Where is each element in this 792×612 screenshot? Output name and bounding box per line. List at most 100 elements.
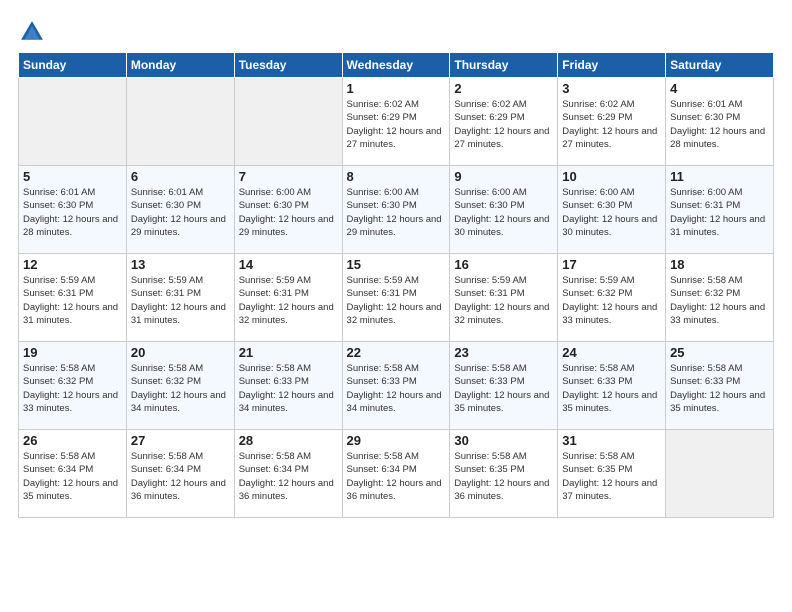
calendar-body: 1 Sunrise: 6:02 AMSunset: 6:29 PMDaylight… <box>19 78 774 518</box>
day-number: 15 <box>347 257 446 272</box>
day-info: Sunrise: 5:59 AMSunset: 6:31 PMDaylight:… <box>347 274 446 327</box>
day-info: Sunrise: 5:59 AMSunset: 6:31 PMDaylight:… <box>239 274 338 327</box>
day-number: 20 <box>131 345 230 360</box>
day-number: 23 <box>454 345 553 360</box>
day-info: Sunrise: 6:02 AMSunset: 6:29 PMDaylight:… <box>562 98 661 151</box>
calendar-week-3: 12 Sunrise: 5:59 AMSunset: 6:31 PMDayligh… <box>19 254 774 342</box>
calendar-cell: 24 Sunrise: 5:58 AMSunset: 6:33 PMDayligh… <box>558 342 666 430</box>
day-info: Sunrise: 5:58 AMSunset: 6:33 PMDaylight:… <box>239 362 338 415</box>
calendar-cell: 10 Sunrise: 6:00 AMSunset: 6:30 PMDayligh… <box>558 166 666 254</box>
day-number: 9 <box>454 169 553 184</box>
day-number: 16 <box>454 257 553 272</box>
weekday-header-friday: Friday <box>558 53 666 78</box>
day-number: 25 <box>670 345 769 360</box>
calendar-cell: 13 Sunrise: 5:59 AMSunset: 6:31 PMDayligh… <box>126 254 234 342</box>
weekday-header-monday: Monday <box>126 53 234 78</box>
calendar-week-2: 5 Sunrise: 6:01 AMSunset: 6:30 PMDaylight… <box>19 166 774 254</box>
day-info: Sunrise: 6:00 AMSunset: 6:31 PMDaylight:… <box>670 186 769 239</box>
day-number: 27 <box>131 433 230 448</box>
weekday-header-sunday: Sunday <box>19 53 127 78</box>
calendar-cell: 8Sunrise: 6:00 AMSunset: 6:30 PMDaylight… <box>342 166 450 254</box>
weekday-header-saturday: Saturday <box>666 53 774 78</box>
calendar-cell: 18 Sunrise: 5:58 AMSunset: 6:32 PMDayligh… <box>666 254 774 342</box>
day-info: Sunrise: 5:58 AMSunset: 6:33 PMDaylight:… <box>454 362 553 415</box>
day-number: 13 <box>131 257 230 272</box>
calendar-cell: 7 Sunrise: 6:00 AMSunset: 6:30 PMDaylight… <box>234 166 342 254</box>
day-number: 1 <box>347 81 446 96</box>
day-number: 4 <box>670 81 769 96</box>
calendar-cell: 15 Sunrise: 5:59 AMSunset: 6:31 PMDayligh… <box>342 254 450 342</box>
day-info: Sunrise: 5:58 AMSunset: 6:34 PMDaylight:… <box>23 450 122 503</box>
day-number: 7 <box>239 169 338 184</box>
calendar-cell: 29Sunrise: 5:58 AMSunset: 6:34 PMDayligh… <box>342 430 450 518</box>
calendar-cell: 16 Sunrise: 5:59 AMSunset: 6:31 PMDayligh… <box>450 254 558 342</box>
day-number: 19 <box>23 345 122 360</box>
weekday-header-thursday: Thursday <box>450 53 558 78</box>
day-info: Sunrise: 5:58 AMSunset: 6:33 PMDaylight:… <box>562 362 661 415</box>
day-number: 22 <box>347 345 446 360</box>
day-number: 30 <box>454 433 553 448</box>
calendar-week-4: 19 Sunrise: 5:58 AMSunset: 6:32 PMDayligh… <box>19 342 774 430</box>
day-info: Sunrise: 5:58 AMSunset: 6:32 PMDaylight:… <box>131 362 230 415</box>
day-info: Sunrise: 5:58 AMSunset: 6:35 PMDaylight:… <box>562 450 661 503</box>
day-info: Sunrise: 6:00 AMSunset: 6:30 PMDaylight:… <box>562 186 661 239</box>
weekday-header-wednesday: Wednesday <box>342 53 450 78</box>
header <box>18 18 774 46</box>
calendar-cell <box>666 430 774 518</box>
calendar-header: SundayMondayTuesdayWednesdayThursdayFrid… <box>19 53 774 78</box>
calendar-week-5: 26Sunrise: 5:58 AMSunset: 6:34 PMDayligh… <box>19 430 774 518</box>
day-number: 21 <box>239 345 338 360</box>
day-number: 17 <box>562 257 661 272</box>
day-info: Sunrise: 6:01 AMSunset: 6:30 PMDaylight:… <box>670 98 769 151</box>
day-info: Sunrise: 5:58 AMSunset: 6:34 PMDaylight:… <box>239 450 338 503</box>
day-number: 29 <box>347 433 446 448</box>
calendar-cell: 3 Sunrise: 6:02 AMSunset: 6:29 PMDaylight… <box>558 78 666 166</box>
calendar-table: SundayMondayTuesdayWednesdayThursdayFrid… <box>18 52 774 518</box>
day-number: 10 <box>562 169 661 184</box>
day-info: Sunrise: 6:00 AMSunset: 6:30 PMDaylight:… <box>347 186 446 239</box>
day-info: Sunrise: 6:01 AMSunset: 6:30 PMDaylight:… <box>23 186 122 239</box>
day-number: 3 <box>562 81 661 96</box>
day-info: Sunrise: 5:59 AMSunset: 6:32 PMDaylight:… <box>562 274 661 327</box>
calendar-cell <box>234 78 342 166</box>
calendar-cell: 11 Sunrise: 6:00 AMSunset: 6:31 PMDayligh… <box>666 166 774 254</box>
calendar-cell: 19 Sunrise: 5:58 AMSunset: 6:32 PMDayligh… <box>19 342 127 430</box>
calendar-cell: 4 Sunrise: 6:01 AMSunset: 6:30 PMDaylight… <box>666 78 774 166</box>
day-info: Sunrise: 5:58 AMSunset: 6:33 PMDaylight:… <box>670 362 769 415</box>
day-info: Sunrise: 6:02 AMSunset: 6:29 PMDaylight:… <box>347 98 446 151</box>
day-number: 31 <box>562 433 661 448</box>
day-number: 11 <box>670 169 769 184</box>
calendar-cell: 23 Sunrise: 5:58 AMSunset: 6:33 PMDayligh… <box>450 342 558 430</box>
calendar-cell: 12 Sunrise: 5:59 AMSunset: 6:31 PMDayligh… <box>19 254 127 342</box>
day-number: 24 <box>562 345 661 360</box>
day-info: Sunrise: 6:02 AMSunset: 6:29 PMDaylight:… <box>454 98 553 151</box>
calendar-cell: 30Sunrise: 5:58 AMSunset: 6:35 PMDayligh… <box>450 430 558 518</box>
weekday-header-tuesday: Tuesday <box>234 53 342 78</box>
day-number: 12 <box>23 257 122 272</box>
calendar-cell: 28Sunrise: 5:58 AMSunset: 6:34 PMDayligh… <box>234 430 342 518</box>
calendar-cell: 22 Sunrise: 5:58 AMSunset: 6:33 PMDayligh… <box>342 342 450 430</box>
day-number: 5 <box>23 169 122 184</box>
day-info: Sunrise: 5:59 AMSunset: 6:31 PMDaylight:… <box>23 274 122 327</box>
calendar-cell: 26Sunrise: 5:58 AMSunset: 6:34 PMDayligh… <box>19 430 127 518</box>
calendar-cell: 20 Sunrise: 5:58 AMSunset: 6:32 PMDayligh… <box>126 342 234 430</box>
day-info: Sunrise: 5:59 AMSunset: 6:31 PMDaylight:… <box>454 274 553 327</box>
calendar-cell: 27Sunrise: 5:58 AMSunset: 6:34 PMDayligh… <box>126 430 234 518</box>
calendar-cell <box>19 78 127 166</box>
day-number: 18 <box>670 257 769 272</box>
day-info: Sunrise: 6:00 AMSunset: 6:30 PMDaylight:… <box>454 186 553 239</box>
day-info: Sunrise: 5:58 AMSunset: 6:32 PMDaylight:… <box>23 362 122 415</box>
calendar-cell: 21 Sunrise: 5:58 AMSunset: 6:33 PMDayligh… <box>234 342 342 430</box>
day-info: Sunrise: 6:01 AMSunset: 6:30 PMDaylight:… <box>131 186 230 239</box>
logo-icon <box>18 18 46 46</box>
day-info: Sunrise: 5:58 AMSunset: 6:33 PMDaylight:… <box>347 362 446 415</box>
calendar-cell: 9 Sunrise: 6:00 AMSunset: 6:30 PMDaylight… <box>450 166 558 254</box>
day-info: Sunrise: 5:58 AMSunset: 6:32 PMDaylight:… <box>670 274 769 327</box>
day-info: Sunrise: 5:59 AMSunset: 6:31 PMDaylight:… <box>131 274 230 327</box>
calendar-cell: 6 Sunrise: 6:01 AMSunset: 6:30 PMDaylight… <box>126 166 234 254</box>
calendar-cell: 17 Sunrise: 5:59 AMSunset: 6:32 PMDayligh… <box>558 254 666 342</box>
day-number: 6 <box>131 169 230 184</box>
calendar-cell: 25 Sunrise: 5:58 AMSunset: 6:33 PMDayligh… <box>666 342 774 430</box>
calendar-cell <box>126 78 234 166</box>
day-info: Sunrise: 6:00 AMSunset: 6:30 PMDaylight:… <box>239 186 338 239</box>
